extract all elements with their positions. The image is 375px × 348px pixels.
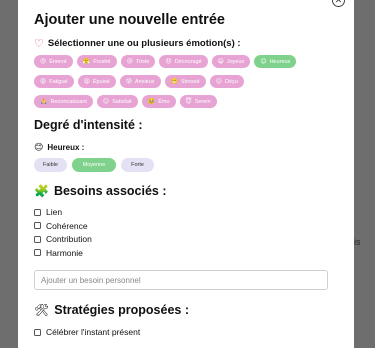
emotion-chip-label: Heureux — [269, 58, 291, 65]
emotion-emoji-icon: 😄 — [217, 59, 224, 65]
emotion-emoji-icon: 😬 — [170, 79, 179, 85]
intensity-emotion: 😊 Heureux : — [34, 142, 84, 153]
emotion-chip[interactable]: 😕 Déçu — [209, 75, 244, 88]
close-icon: ✕ — [334, 0, 343, 5]
modal-title: Ajouter une nouvelle entrée — [34, 12, 225, 28]
checkbox-label: Contribution — [46, 234, 92, 245]
emotion-chip-label: Épuisé — [92, 78, 110, 85]
emotion-emoji-icon: 🙏 — [40, 99, 48, 105]
custom-need-input[interactable] — [34, 270, 328, 290]
checkbox[interactable] — [34, 222, 41, 230]
emotion-emoji-icon: 😩 — [40, 79, 47, 85]
intensity-level-button[interactable]: Faible — [34, 158, 67, 172]
tools-icon: 🛠 — [34, 303, 50, 317]
needs-title: 🧩 Besoins associés : — [34, 184, 167, 198]
add-entry-modal: ✕ Ajouter une nouvelle entrée ♡ Sélectio… — [18, 0, 354, 348]
checkbox-label: Harmonie — [46, 247, 83, 258]
emotion-emoji-icon: 😞 — [165, 59, 172, 65]
needs-title-label: Besoins associés : — [53, 184, 167, 198]
checkbox-item[interactable]: Cohérence — [34, 220, 92, 231]
emotion-emoji-icon: 🥹 — [147, 99, 156, 105]
checkbox[interactable] — [34, 249, 41, 257]
emotion-chip-label: Serein — [194, 98, 211, 105]
emotion-chip-label: Stressé — [181, 78, 200, 85]
close-button[interactable]: ✕ — [332, 0, 345, 7]
emotion-chip-label: Fatigué — [49, 78, 68, 85]
needs-list: Lien Cohérence Contribution Harmonie — [34, 207, 92, 258]
strategies-list: Célébrer l'instant présent — [34, 327, 141, 338]
checkbox-item[interactable]: Lien — [34, 207, 92, 218]
puzzle-icon: 🧩 — [34, 184, 49, 198]
emotion-chip-label: Triste — [135, 58, 150, 65]
emotion-chip[interactable]: 😠 Énervé — [34, 55, 73, 68]
emotion-chip-label: Découragé — [174, 58, 202, 65]
emotion-emoji-icon: 😊 — [34, 142, 44, 152]
emotion-chip[interactable]: 😩 Fatigué — [34, 75, 74, 88]
strategies-title: 🛠 Stratégies proposées : — [34, 303, 189, 317]
emotion-chip[interactable]: 😢 Triste — [120, 55, 156, 68]
emotion-chip[interactable]: 😞 Découragé — [159, 55, 208, 68]
intensity-levels: Faible Moyenne Forte — [34, 158, 154, 172]
intensity-emotion-label: Heureux : — [47, 143, 85, 152]
emotion-emoji-icon: 😌 — [102, 99, 110, 105]
emotion-emoji-icon: 😢 — [126, 59, 133, 65]
heart-icon: ♡ — [34, 38, 44, 50]
emotion-chip[interactable]: 😄 Joyeux — [211, 55, 251, 68]
emotion-chip-label: Ému — [158, 98, 170, 105]
checkbox[interactable] — [34, 328, 41, 336]
emotion-chip[interactable]: 😇 Serein — [179, 95, 217, 108]
emotion-emoji-icon: 😤 — [82, 59, 91, 65]
emotion-chip[interactable]: 😌 Satisfait — [96, 95, 138, 108]
emotion-emoji-icon: 😠 — [40, 59, 47, 65]
emotion-chip[interactable]: 🥹 Ému — [141, 95, 176, 108]
emotion-chip-label: Satisfait — [112, 98, 132, 105]
emotion-emoji-icon: 😊 — [260, 59, 267, 65]
emotion-chip-label: Joyeux — [226, 58, 245, 65]
emotion-emoji-icon: 😕 — [215, 79, 222, 85]
emotion-chip[interactable]: 😰 Anxieux — [119, 75, 161, 88]
checkbox[interactable] — [34, 208, 41, 216]
emotion-row: 😠 Énervé 😤 Frustré 😢 Triste 😞 Découragé 😄 Joyeux 😊… — [34, 55, 297, 68]
checkbox-item[interactable]: Contribution — [34, 234, 92, 245]
intensity-title: Degré d'intensité : — [34, 118, 143, 132]
emotion-chip-label: Anxieux — [134, 78, 155, 85]
emotion-chip[interactable]: 😬 Stressé — [164, 75, 206, 88]
emotion-emoji-icon: 😫 — [83, 79, 90, 85]
checkbox-label: Célébrer l'instant présent — [46, 327, 141, 338]
intensity-level-button[interactable]: Moyenne — [72, 158, 116, 172]
emotions-prompt-label: Sélectionner une ou plusieurs émotion(s)… — [47, 38, 241, 49]
checkbox-label: Cohérence — [46, 220, 88, 231]
checkbox-item[interactable]: Célébrer l'instant présent — [34, 327, 141, 338]
checkbox-label: Lien — [46, 207, 63, 218]
background-text: is — [354, 237, 361, 247]
emotion-chip-label: Reconnaissant — [50, 98, 87, 105]
checkbox[interactable] — [34, 235, 41, 243]
emotion-chip[interactable]: 😤 Frustré — [76, 55, 117, 68]
emotion-chip[interactable]: 😊 Heureux — [254, 55, 297, 68]
emotion-chip-label: Déçu — [224, 78, 238, 85]
checkbox-item[interactable]: Harmonie — [34, 247, 92, 258]
emotion-row: 🙏 Reconnaissant 😌 Satisfait 🥹 Ému 😇 Serein — [34, 95, 217, 108]
emotion-row: 😩 Fatigué 😫 Épuisé 😰 Anxieux 😬 Stressé 😕 Déçu — [34, 75, 244, 88]
emotion-chip-label: Frustré — [93, 58, 111, 65]
intensity-level-button[interactable]: Forte — [121, 158, 154, 172]
emotion-emoji-icon: 😰 — [125, 79, 132, 85]
emotion-chip[interactable]: 🙏 Reconnaissant — [34, 95, 93, 108]
emotion-chip-label: Énervé — [49, 58, 67, 65]
emotion-chip[interactable]: 😫 Épuisé — [77, 75, 116, 88]
strategies-title-label: Stratégies proposées : — [54, 303, 189, 317]
emotion-emoji-icon: 😇 — [185, 99, 192, 105]
emotions-prompt: ♡ Sélectionner une ou plusieurs émotion(… — [34, 37, 241, 50]
